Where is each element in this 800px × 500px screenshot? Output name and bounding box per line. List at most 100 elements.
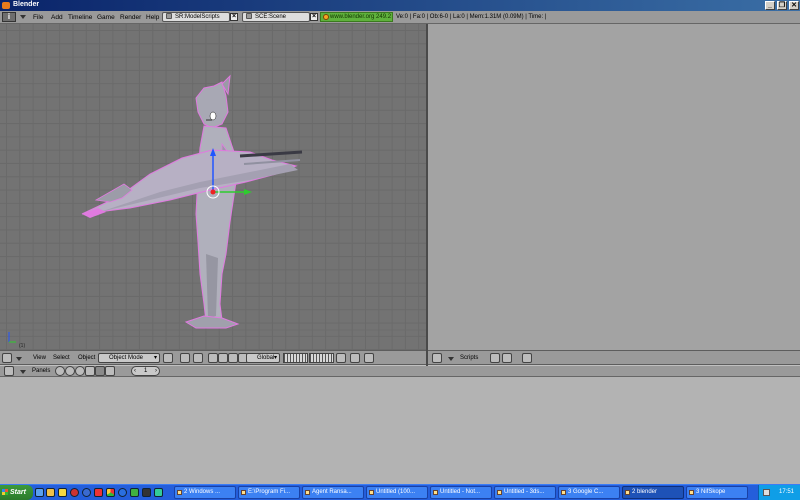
viewport-scene[interactable] <box>0 24 426 350</box>
editing-context-icon[interactable] <box>95 366 105 376</box>
mode-selector[interactable]: Object Mode <box>98 353 160 363</box>
scene-delete-button[interactable]: × <box>310 13 318 21</box>
taskbar-item-active[interactable]: 2 blender <box>622 486 684 499</box>
frame-decrement-arrow[interactable]: ‹ <box>134 367 136 375</box>
menu-game[interactable]: Game <box>97 14 115 21</box>
select-menu[interactable]: Select <box>53 355 70 361</box>
scene-context-icon[interactable] <box>105 366 115 376</box>
taskbar-item[interactable]: Untitled - 3ds... <box>494 486 556 499</box>
close-button[interactable]: ✕ <box>789 1 799 10</box>
screen-delete-button[interactable]: × <box>230 13 238 21</box>
frame-number-field[interactable]: ‹ 1 › <box>131 366 160 376</box>
rotate-icon[interactable] <box>228 353 238 363</box>
taskbar-item[interactable]: Untitled (100... <box>366 486 428 499</box>
panels-menu[interactable]: Panels <box>32 368 50 374</box>
blender-app-icon <box>2 2 10 9</box>
taskbar-item[interactable]: Agent Ransa... <box>302 486 364 499</box>
editor-type-icon[interactable] <box>2 353 12 363</box>
quicklaunch-folder-icon[interactable] <box>46 488 55 497</box>
clock[interactable]: 17:51 <box>779 489 794 495</box>
manipulator-toggle-icon[interactable] <box>208 353 218 363</box>
screen-name[interactable]: SR:ModelScripts <box>175 14 220 20</box>
screen-selector[interactable]: SR:ModelScripts <box>162 12 230 22</box>
task-label[interactable]: 3 NifSkope <box>696 489 725 495</box>
layer-buttons-group-2[interactable] <box>309 353 334 363</box>
screen-browse-icon[interactable] <box>166 13 172 19</box>
header-collapse-icon[interactable] <box>16 357 22 361</box>
logic-context-icon[interactable] <box>55 366 65 376</box>
orientation-selector[interactable]: Global <box>246 353 280 363</box>
menu-file[interactable]: File <box>33 14 43 21</box>
scripts-window-icon[interactable] <box>502 353 512 363</box>
task-label[interactable]: 2 Windows ... <box>184 489 220 495</box>
task-icon <box>177 490 182 495</box>
draw-type-icon[interactable] <box>163 353 173 363</box>
quicklaunch-media-icon[interactable] <box>70 488 79 497</box>
maximize-button[interactable]: ❐ <box>777 1 787 10</box>
task-label[interactable]: Agent Ransa... <box>312 489 352 495</box>
scene-selector[interactable]: SCE:Scene <box>242 12 310 22</box>
taskbar-item[interactable]: E:\Program Fi... <box>238 486 300 499</box>
tray-network-icon[interactable] <box>763 489 770 496</box>
scripts-menu[interactable]: Scripts <box>460 355 478 361</box>
view-menu[interactable]: View <box>33 355 46 361</box>
taskbar-item[interactable]: 3 NifSkope <box>686 486 748 499</box>
buttons-editor-type-icon[interactable] <box>4 366 14 376</box>
quicklaunch-teal-icon[interactable] <box>154 488 163 497</box>
pivot-icon[interactable] <box>180 353 190 363</box>
task-label[interactable]: E:\Program Fi... <box>248 489 290 495</box>
menu-add[interactable]: Add <box>51 14 63 21</box>
scripts-collapse-icon[interactable] <box>448 357 454 361</box>
scene-name[interactable]: SCE:Scene <box>255 14 286 20</box>
info-window-icon[interactable]: i <box>2 12 16 22</box>
scene-browse-icon[interactable] <box>246 13 252 19</box>
taskbar-item[interactable]: 2 Windows ... <box>174 486 236 499</box>
quicklaunch-globe-icon[interactable] <box>118 488 127 497</box>
frame-increment-arrow[interactable]: › <box>155 367 157 375</box>
quicklaunch-dark-icon[interactable] <box>142 488 151 497</box>
collapse-triangle-icon[interactable] <box>20 15 26 19</box>
3d-view-header: View Select Object Object Mode Global <box>0 350 426 365</box>
render-view-icon[interactable] <box>364 353 374 363</box>
buttons-window[interactable] <box>0 377 800 484</box>
quicklaunch-blue-icon[interactable] <box>82 488 91 497</box>
blender-version-text[interactable]: www.blender.org 249.2 <box>330 14 391 20</box>
task-label[interactable]: Untitled (100... <box>376 489 415 495</box>
script-context-icon[interactable] <box>65 366 75 376</box>
scripts-window[interactable] <box>428 24 800 350</box>
buttons-collapse-icon[interactable] <box>20 370 26 374</box>
menu-timeline[interactable]: Timeline <box>68 14 92 21</box>
ortho-toggle-icon[interactable] <box>193 353 203 363</box>
scripts-editor-type-icon[interactable] <box>432 353 442 363</box>
minimize-button[interactable]: _ <box>765 1 775 10</box>
task-label[interactable]: Untitled - 3ds... <box>504 489 544 495</box>
start-button[interactable]: Start <box>0 485 33 500</box>
menu-render[interactable]: Render <box>120 14 141 21</box>
scripts-header: Scripts <box>428 350 800 365</box>
task-label[interactable]: 3 Google C... <box>568 489 603 495</box>
lock-layers-icon[interactable] <box>336 353 346 363</box>
quicklaunch-star-icon[interactable] <box>58 488 67 497</box>
quicklaunch-green-icon[interactable] <box>130 488 139 497</box>
task-label[interactable]: Untitled - Not... <box>440 489 480 495</box>
render-preview-icon[interactable] <box>350 353 360 363</box>
character-model[interactable] <box>81 74 303 329</box>
taskbar-item[interactable]: Untitled - Not... <box>430 486 492 499</box>
object-menu[interactable]: Object <box>78 355 95 361</box>
quicklaunch-desktop-icon[interactable] <box>35 488 44 497</box>
scripts-reload-icon[interactable] <box>522 353 532 363</box>
menu-help[interactable]: Help <box>146 14 159 21</box>
start-label[interactable]: Start <box>10 489 26 496</box>
object-context-icon[interactable] <box>85 366 95 376</box>
blender-url-link[interactable]: www.blender.org 249.2 <box>320 12 393 22</box>
quicklaunch-red-icon[interactable] <box>94 488 103 497</box>
frame-number-value[interactable]: 1 <box>144 367 147 375</box>
task-label[interactable]: 2 blender <box>632 489 657 495</box>
taskbar-item[interactable]: 3 Google C... <box>558 486 620 499</box>
quicklaunch-chrome-icon[interactable] <box>106 488 115 497</box>
scripts-return-icon[interactable] <box>490 353 500 363</box>
layer-buttons-group-1[interactable] <box>283 353 308 363</box>
shading-context-icon[interactable] <box>75 366 85 376</box>
3d-viewport[interactable]: (1) <box>0 24 426 350</box>
translate-icon[interactable] <box>218 353 228 363</box>
